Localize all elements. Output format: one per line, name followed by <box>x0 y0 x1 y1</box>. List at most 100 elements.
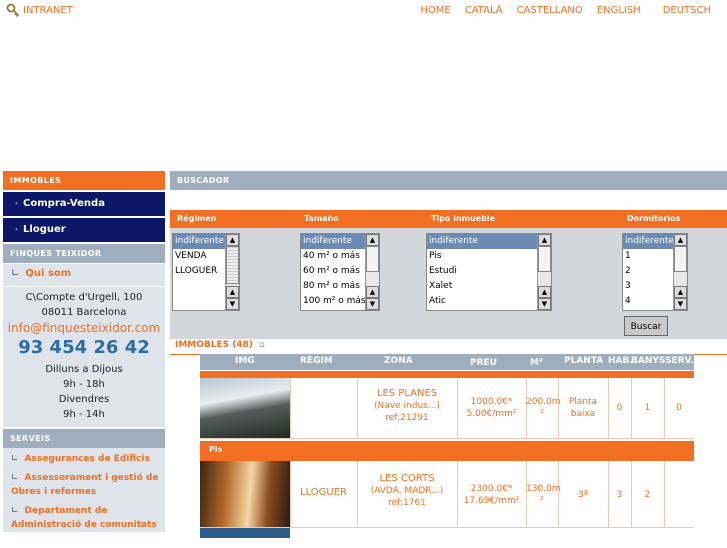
zona-name: LES PLANES <box>376 388 438 399</box>
service-item[interactable]: ∟ Assessorament i gestió de Obres i refor… <box>11 471 159 499</box>
scrollbar[interactable]: ▲ ▲ ▼ <box>537 234 551 310</box>
service-label: Assegurances de Edificis <box>24 454 150 464</box>
zona-cell[interactable]: LES CORTS (AVDA. MADR...) ref:1761 <box>357 473 457 509</box>
divider <box>200 371 694 378</box>
tamano-listbox[interactable]: indiferente 40 m² o más 60 m² o más 80 m… <box>300 233 380 311</box>
label-tamano: Tamaño <box>304 214 339 223</box>
bullet-icon: · <box>15 225 19 234</box>
services-title: SERVEIS <box>3 429 165 448</box>
type-group-header: Pis <box>200 441 694 461</box>
intranet-link[interactable]: INTRANET <box>6 3 73 18</box>
scrollbar[interactable]: ▲ ▲ ▼ <box>673 234 687 310</box>
label-regimen: Régimen <box>177 214 217 223</box>
scroll-up-icon[interactable]: ▲ <box>674 286 687 298</box>
menu-label: Lloguer <box>23 224 66 235</box>
label-tipo: Tipo inmueble <box>431 214 495 223</box>
m2-cell: 130.0m ² <box>526 484 561 506</box>
key-icon <box>6 3 20 18</box>
col-hab: HAB. <box>608 356 633 366</box>
table-row[interactable]: LES PLANES (Nave indus...) ref:21291 100… <box>200 378 694 439</box>
hours-days2: Divendres <box>58 394 110 405</box>
scroll-down-icon[interactable]: ▼ <box>226 298 239 310</box>
service-item[interactable]: ∟ Departament de Administració de comunit… <box>11 504 159 532</box>
service-item[interactable]: ∟ Assegurances de Edificis <box>11 452 159 466</box>
option[interactable]: indiferente <box>427 234 551 249</box>
banys-cell: 2 <box>644 490 651 500</box>
tab-label: IMMOBLES (48) <box>175 340 254 350</box>
home-icon: ⌂ <box>259 340 265 350</box>
zona-detail: (Nave indus...) <box>374 401 440 411</box>
hab-cell: 3 <box>616 490 623 500</box>
col-regim: RÈGIM <box>300 356 333 366</box>
option[interactable]: Estudi <box>427 264 551 279</box>
tipo-listbox[interactable]: indiferente Pis Estudi Xalet Atic ▲ ▲ ▼ <box>426 233 552 311</box>
table-row[interactable]: LLOGUER LES CORTS (AVDA. MADR...) ref:17… <box>200 461 694 528</box>
scroll-down-icon[interactable]: ▼ <box>674 298 687 310</box>
table-row[interactable] <box>200 528 694 548</box>
search-button[interactable]: Buscar <box>624 316 668 336</box>
scroll-down-icon[interactable]: ▼ <box>538 298 551 310</box>
ref: ref:21291 <box>385 413 429 423</box>
scroll-up-icon[interactable]: ▲ <box>226 234 239 246</box>
menu-compra-venda[interactable]: · Compra-Venda <box>3 192 165 218</box>
corner-icon: ∟ <box>11 454 19 464</box>
scrollbar[interactable]: ▲ ▲ ▼ <box>365 234 379 310</box>
col-planta: PLANTA <box>564 356 604 366</box>
about-link[interactable]: Qui som <box>25 268 71 279</box>
scroll-up-icon[interactable]: ▲ <box>226 286 239 298</box>
scroll-down-icon[interactable]: ▼ <box>366 298 379 310</box>
search-labels: Régimen Tamaño Tipo inmueble Dormitorios <box>170 210 727 228</box>
zona-cell[interactable]: LES PLANES (Nave indus...) ref:21291 <box>357 388 457 424</box>
menu-lloguer[interactable]: · Lloguer <box>3 218 165 244</box>
option[interactable]: Xalet <box>427 279 551 294</box>
menu-label: Compra-Venda <box>23 198 105 209</box>
results-tab-row: IMMOBLES (48) ⌂ <box>170 339 727 355</box>
intranet-label: INTRANET <box>23 4 73 16</box>
email-link[interactable]: info@finquesteixidor.com <box>3 320 165 336</box>
nav-english[interactable]: ENGLISH <box>597 5 641 16</box>
tab-immobles[interactable]: IMMOBLES (48) ⌂ <box>175 340 265 350</box>
nav-home[interactable]: HOME <box>420 5 450 16</box>
bullet-icon: · <box>15 199 19 208</box>
regimen-listbox[interactable]: indiferente VENDA LLOGUER ▲ ▲ ▼ <box>172 233 240 311</box>
col-zona: ZONA <box>384 356 413 366</box>
nav-deutsch[interactable]: DEUTSCH <box>663 5 711 16</box>
service-label: Assessorament i gestió de Obres i reform… <box>11 473 159 497</box>
planta-cell: 3ª <box>578 490 588 500</box>
col-banys: BANYS <box>631 356 666 366</box>
banys-cell: 1 <box>644 403 651 413</box>
scroll-up-icon[interactable]: ▲ <box>366 286 379 298</box>
property-photo[interactable] <box>200 461 290 527</box>
property-photo[interactable] <box>200 528 290 538</box>
phone-number: 93 454 26 42 <box>18 337 150 358</box>
immobles-title: IMMOBLES <box>3 171 165 190</box>
hab-cell: 0 <box>616 403 623 413</box>
nav-castellano[interactable]: CASTELLANO <box>517 5 583 16</box>
address-line2: 08011 Barcelona <box>41 307 127 318</box>
nav-catala[interactable]: CATALÀ <box>465 5 503 16</box>
dormitorios-listbox[interactable]: indiferente 1 2 3 4 ▲ ▲ ▼ <box>622 233 688 311</box>
scroll-thumb[interactable] <box>674 246 687 272</box>
ref: ref:1761 <box>388 498 426 508</box>
scroll-up-icon[interactable]: ▲ <box>366 234 379 246</box>
col-img: IMG <box>235 356 255 366</box>
services-list: ∟ Assegurances de Edificis ∟ Assessorament… <box>3 448 165 532</box>
scroll-thumb[interactable] <box>366 246 379 272</box>
hours-time1: 9h - 18h <box>63 379 105 390</box>
scroll-up-icon[interactable]: ▲ <box>674 234 687 246</box>
scroll-up-icon[interactable]: ▲ <box>538 234 551 246</box>
option[interactable]: Pis <box>427 249 551 264</box>
zona-name: LES CORTS <box>379 473 435 484</box>
scrollbar[interactable]: ▲ ▲ ▼ <box>225 234 239 310</box>
scroll-up-icon[interactable]: ▲ <box>538 286 551 298</box>
hours-days1: Dilluns a Dijous <box>45 364 123 375</box>
scroll-thumb[interactable] <box>538 246 551 272</box>
label-dormitorios: Dormitorios <box>627 214 681 223</box>
option[interactable]: Atic <box>427 294 551 309</box>
scroll-thumb[interactable] <box>226 246 239 284</box>
corner-icon: ∟ <box>11 506 19 516</box>
address-line1: C\Compte d'Urgell, 100 <box>25 292 143 303</box>
preu-cell: 1000.0€* 5.00€/mm² <box>466 397 517 419</box>
property-photo[interactable] <box>200 378 290 438</box>
hours-time2: 9h - 14h <box>63 409 105 420</box>
